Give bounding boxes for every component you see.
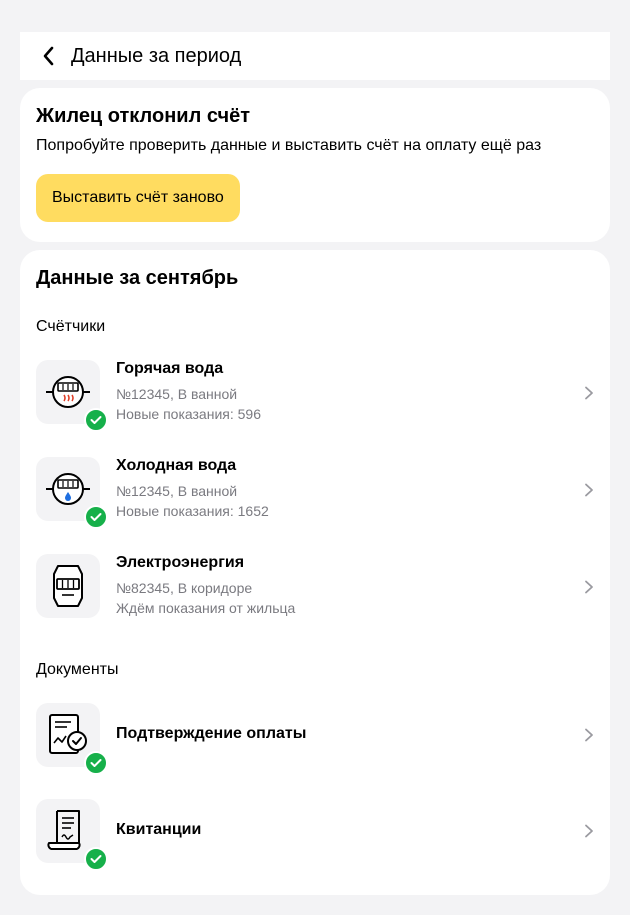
- documents-section-title: Документы: [36, 661, 119, 678]
- receipt-icon: [47, 810, 81, 851]
- meters-section-title: Счётчики: [36, 318, 106, 335]
- chevron-right-icon: [585, 580, 593, 594]
- meter-number: №82345, В коридоре: [116, 580, 253, 596]
- meter-title: Холодная вода: [116, 457, 237, 474]
- chevron-right-icon: [585, 483, 593, 497]
- meter-number: №12345, В ванной: [116, 386, 238, 402]
- electricity-meter-icon: [53, 565, 83, 607]
- cold-water-meter-icon: [46, 473, 90, 505]
- meter-row-hot-water[interactable]: Горячая вода №12345, В ванной Новые пока…: [36, 360, 610, 432]
- notice-text: Попробуйте проверить данные и выставить …: [36, 137, 542, 154]
- resubmit-invoice-button[interactable]: Выставить счёт заново: [36, 174, 240, 222]
- document-row-payment-confirmation[interactable]: Подтверждение оплаты: [36, 703, 610, 775]
- chevron-right-icon: [585, 824, 593, 838]
- rejection-notice-card: Жилец отклонил счёт Попробуйте проверить…: [20, 88, 610, 242]
- back-button[interactable]: [20, 32, 76, 80]
- period-title: Данные за сентябрь: [36, 267, 239, 289]
- meter-row-cold-water[interactable]: Холодная вода №12345, В ванной Новые пок…: [36, 457, 610, 529]
- payment-confirmation-icon: [49, 714, 87, 754]
- chevron-right-icon: [585, 728, 593, 742]
- document-row-receipts[interactable]: Квитанции: [36, 799, 610, 871]
- page-title: Данные за период: [71, 44, 242, 67]
- check-icon: [84, 505, 108, 529]
- meter-title: Электроэнергия: [116, 554, 245, 571]
- chevron-right-icon: [585, 386, 593, 400]
- meter-status: Ждём показания от жильца: [116, 600, 296, 616]
- meter-title: Горячая вода: [116, 360, 224, 377]
- chevron-left-icon: [43, 46, 54, 66]
- meter-reading: Новые показания: 596: [116, 406, 261, 422]
- check-icon: [84, 751, 108, 775]
- period-data-card: Данные за сентябрь Счётчики Горячая вода…: [20, 250, 610, 895]
- document-title: Подтверждение оплаты: [116, 725, 307, 742]
- check-icon: [84, 847, 108, 871]
- document-title: Квитанции: [116, 821, 202, 838]
- meter-tile: [36, 554, 100, 618]
- meter-row-electricity[interactable]: Электроэнергия №82345, В коридоре Ждём п…: [36, 554, 610, 620]
- top-bar: Данные за период: [20, 32, 610, 80]
- hot-water-meter-icon: [46, 376, 90, 408]
- check-icon: [84, 408, 108, 432]
- meter-reading: Новые показания: 1652: [116, 503, 269, 519]
- meter-number: №12345, В ванной: [116, 483, 238, 499]
- notice-title: Жилец отклонил счёт: [36, 105, 250, 127]
